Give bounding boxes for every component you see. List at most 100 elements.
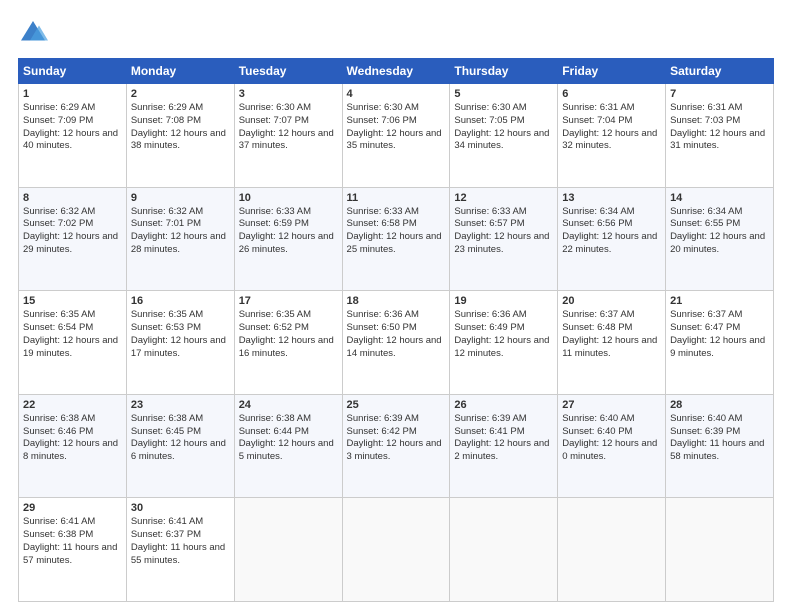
calendar-cell: 22 Sunrise: 6:38 AM Sunset: 6:46 PM Dayl…	[19, 394, 127, 498]
daylight-label: Daylight: 12 hours and 12 minutes.	[454, 335, 549, 359]
sunrise-label: Sunrise: 6:30 AM	[454, 102, 526, 113]
cell-content: Sunrise: 6:36 AM Sunset: 6:49 PM Dayligh…	[454, 309, 553, 360]
cell-content: Sunrise: 6:35 AM Sunset: 6:54 PM Dayligh…	[23, 309, 122, 360]
sunrise-label: Sunrise: 6:40 AM	[670, 413, 742, 424]
daylight-label: Daylight: 12 hours and 29 minutes.	[23, 231, 118, 255]
daylight-label: Daylight: 12 hours and 5 minutes.	[239, 438, 334, 462]
cell-content: Sunrise: 6:37 AM Sunset: 6:47 PM Dayligh…	[670, 309, 769, 360]
cell-content: Sunrise: 6:41 AM Sunset: 6:37 PM Dayligh…	[131, 516, 230, 567]
cell-content: Sunrise: 6:30 AM Sunset: 7:05 PM Dayligh…	[454, 102, 553, 153]
daylight-label: Daylight: 12 hours and 17 minutes.	[131, 335, 226, 359]
calendar-cell: 15 Sunrise: 6:35 AM Sunset: 6:54 PM Dayl…	[19, 291, 127, 395]
sunrise-label: Sunrise: 6:39 AM	[454, 413, 526, 424]
day-number: 9	[131, 192, 230, 204]
daylight-label: Daylight: 12 hours and 2 minutes.	[454, 438, 549, 462]
cell-content: Sunrise: 6:31 AM Sunset: 7:04 PM Dayligh…	[562, 102, 661, 153]
header	[18, 18, 774, 48]
calendar-cell: 11 Sunrise: 6:33 AM Sunset: 6:58 PM Dayl…	[342, 187, 450, 291]
sunset-label: Sunset: 6:47 PM	[670, 322, 740, 333]
day-number: 6	[562, 88, 661, 100]
daylight-label: Daylight: 12 hours and 8 minutes.	[23, 438, 118, 462]
calendar-cell: 23 Sunrise: 6:38 AM Sunset: 6:45 PM Dayl…	[126, 394, 234, 498]
header-cell-thursday: Thursday	[450, 59, 558, 84]
sunset-label: Sunset: 6:46 PM	[23, 426, 93, 437]
calendar-cell: 10 Sunrise: 6:33 AM Sunset: 6:59 PM Dayl…	[234, 187, 342, 291]
sunset-label: Sunset: 7:06 PM	[347, 115, 417, 126]
daylight-label: Daylight: 12 hours and 31 minutes.	[670, 128, 765, 152]
page: SundayMondayTuesdayWednesdayThursdayFrid…	[0, 0, 792, 612]
calendar-cell: 9 Sunrise: 6:32 AM Sunset: 7:01 PM Dayli…	[126, 187, 234, 291]
day-number: 16	[131, 295, 230, 307]
day-number: 24	[239, 399, 338, 411]
sunset-label: Sunset: 6:59 PM	[239, 218, 309, 229]
calendar-cell: 18 Sunrise: 6:36 AM Sunset: 6:50 PM Dayl…	[342, 291, 450, 395]
sunset-label: Sunset: 6:48 PM	[562, 322, 632, 333]
cell-content: Sunrise: 6:38 AM Sunset: 6:46 PM Dayligh…	[23, 413, 122, 464]
sunrise-label: Sunrise: 6:33 AM	[454, 206, 526, 217]
header-cell-friday: Friday	[558, 59, 666, 84]
logo	[18, 18, 52, 48]
day-number: 11	[347, 192, 446, 204]
cell-content: Sunrise: 6:35 AM Sunset: 6:53 PM Dayligh…	[131, 309, 230, 360]
cell-content: Sunrise: 6:37 AM Sunset: 6:48 PM Dayligh…	[562, 309, 661, 360]
day-number: 14	[670, 192, 769, 204]
daylight-label: Daylight: 12 hours and 28 minutes.	[131, 231, 226, 255]
sunset-label: Sunset: 6:50 PM	[347, 322, 417, 333]
day-number: 7	[670, 88, 769, 100]
sunset-label: Sunset: 7:05 PM	[454, 115, 524, 126]
sunrise-label: Sunrise: 6:41 AM	[131, 516, 203, 527]
daylight-label: Daylight: 12 hours and 14 minutes.	[347, 335, 442, 359]
sunset-label: Sunset: 6:44 PM	[239, 426, 309, 437]
sunset-label: Sunset: 7:09 PM	[23, 115, 93, 126]
sunset-label: Sunset: 6:55 PM	[670, 218, 740, 229]
day-number: 22	[23, 399, 122, 411]
calendar-cell: 1 Sunrise: 6:29 AM Sunset: 7:09 PM Dayli…	[19, 84, 127, 188]
sunset-label: Sunset: 6:52 PM	[239, 322, 309, 333]
calendar: SundayMondayTuesdayWednesdayThursdayFrid…	[18, 58, 774, 602]
calendar-cell: 16 Sunrise: 6:35 AM Sunset: 6:53 PM Dayl…	[126, 291, 234, 395]
sunrise-label: Sunrise: 6:29 AM	[23, 102, 95, 113]
sunrise-label: Sunrise: 6:40 AM	[562, 413, 634, 424]
sunrise-label: Sunrise: 6:34 AM	[562, 206, 634, 217]
day-number: 13	[562, 192, 661, 204]
sunset-label: Sunset: 6:45 PM	[131, 426, 201, 437]
sunrise-label: Sunrise: 6:31 AM	[670, 102, 742, 113]
calendar-cell	[342, 498, 450, 602]
cell-content: Sunrise: 6:38 AM Sunset: 6:45 PM Dayligh…	[131, 413, 230, 464]
header-cell-monday: Monday	[126, 59, 234, 84]
sunrise-label: Sunrise: 6:34 AM	[670, 206, 742, 217]
sunset-label: Sunset: 6:56 PM	[562, 218, 632, 229]
sunset-label: Sunset: 6:38 PM	[23, 529, 93, 540]
calendar-cell: 6 Sunrise: 6:31 AM Sunset: 7:04 PM Dayli…	[558, 84, 666, 188]
daylight-label: Daylight: 12 hours and 0 minutes.	[562, 438, 657, 462]
daylight-label: Daylight: 11 hours and 55 minutes.	[131, 542, 225, 566]
calendar-header: SundayMondayTuesdayWednesdayThursdayFrid…	[19, 59, 774, 84]
cell-content: Sunrise: 6:36 AM Sunset: 6:50 PM Dayligh…	[347, 309, 446, 360]
calendar-cell	[666, 498, 774, 602]
calendar-cell: 14 Sunrise: 6:34 AM Sunset: 6:55 PM Dayl…	[666, 187, 774, 291]
calendar-cell: 7 Sunrise: 6:31 AM Sunset: 7:03 PM Dayli…	[666, 84, 774, 188]
day-number: 8	[23, 192, 122, 204]
sunset-label: Sunset: 6:40 PM	[562, 426, 632, 437]
calendar-cell: 20 Sunrise: 6:37 AM Sunset: 6:48 PM Dayl…	[558, 291, 666, 395]
calendar-cell: 4 Sunrise: 6:30 AM Sunset: 7:06 PM Dayli…	[342, 84, 450, 188]
week-row-5: 29 Sunrise: 6:41 AM Sunset: 6:38 PM Dayl…	[19, 498, 774, 602]
sunrise-label: Sunrise: 6:36 AM	[347, 309, 419, 320]
sunset-label: Sunset: 7:03 PM	[670, 115, 740, 126]
sunset-label: Sunset: 6:53 PM	[131, 322, 201, 333]
day-number: 1	[23, 88, 122, 100]
calendar-cell: 25 Sunrise: 6:39 AM Sunset: 6:42 PM Dayl…	[342, 394, 450, 498]
cell-content: Sunrise: 6:31 AM Sunset: 7:03 PM Dayligh…	[670, 102, 769, 153]
sunset-label: Sunset: 6:58 PM	[347, 218, 417, 229]
sunrise-label: Sunrise: 6:33 AM	[239, 206, 311, 217]
cell-content: Sunrise: 6:38 AM Sunset: 6:44 PM Dayligh…	[239, 413, 338, 464]
sunset-label: Sunset: 6:39 PM	[670, 426, 740, 437]
cell-content: Sunrise: 6:34 AM Sunset: 6:55 PM Dayligh…	[670, 206, 769, 257]
sunset-label: Sunset: 7:08 PM	[131, 115, 201, 126]
sunrise-label: Sunrise: 6:38 AM	[23, 413, 95, 424]
day-number: 25	[347, 399, 446, 411]
calendar-cell	[450, 498, 558, 602]
week-row-4: 22 Sunrise: 6:38 AM Sunset: 6:46 PM Dayl…	[19, 394, 774, 498]
daylight-label: Daylight: 11 hours and 58 minutes.	[670, 438, 764, 462]
sunrise-label: Sunrise: 6:32 AM	[23, 206, 95, 217]
